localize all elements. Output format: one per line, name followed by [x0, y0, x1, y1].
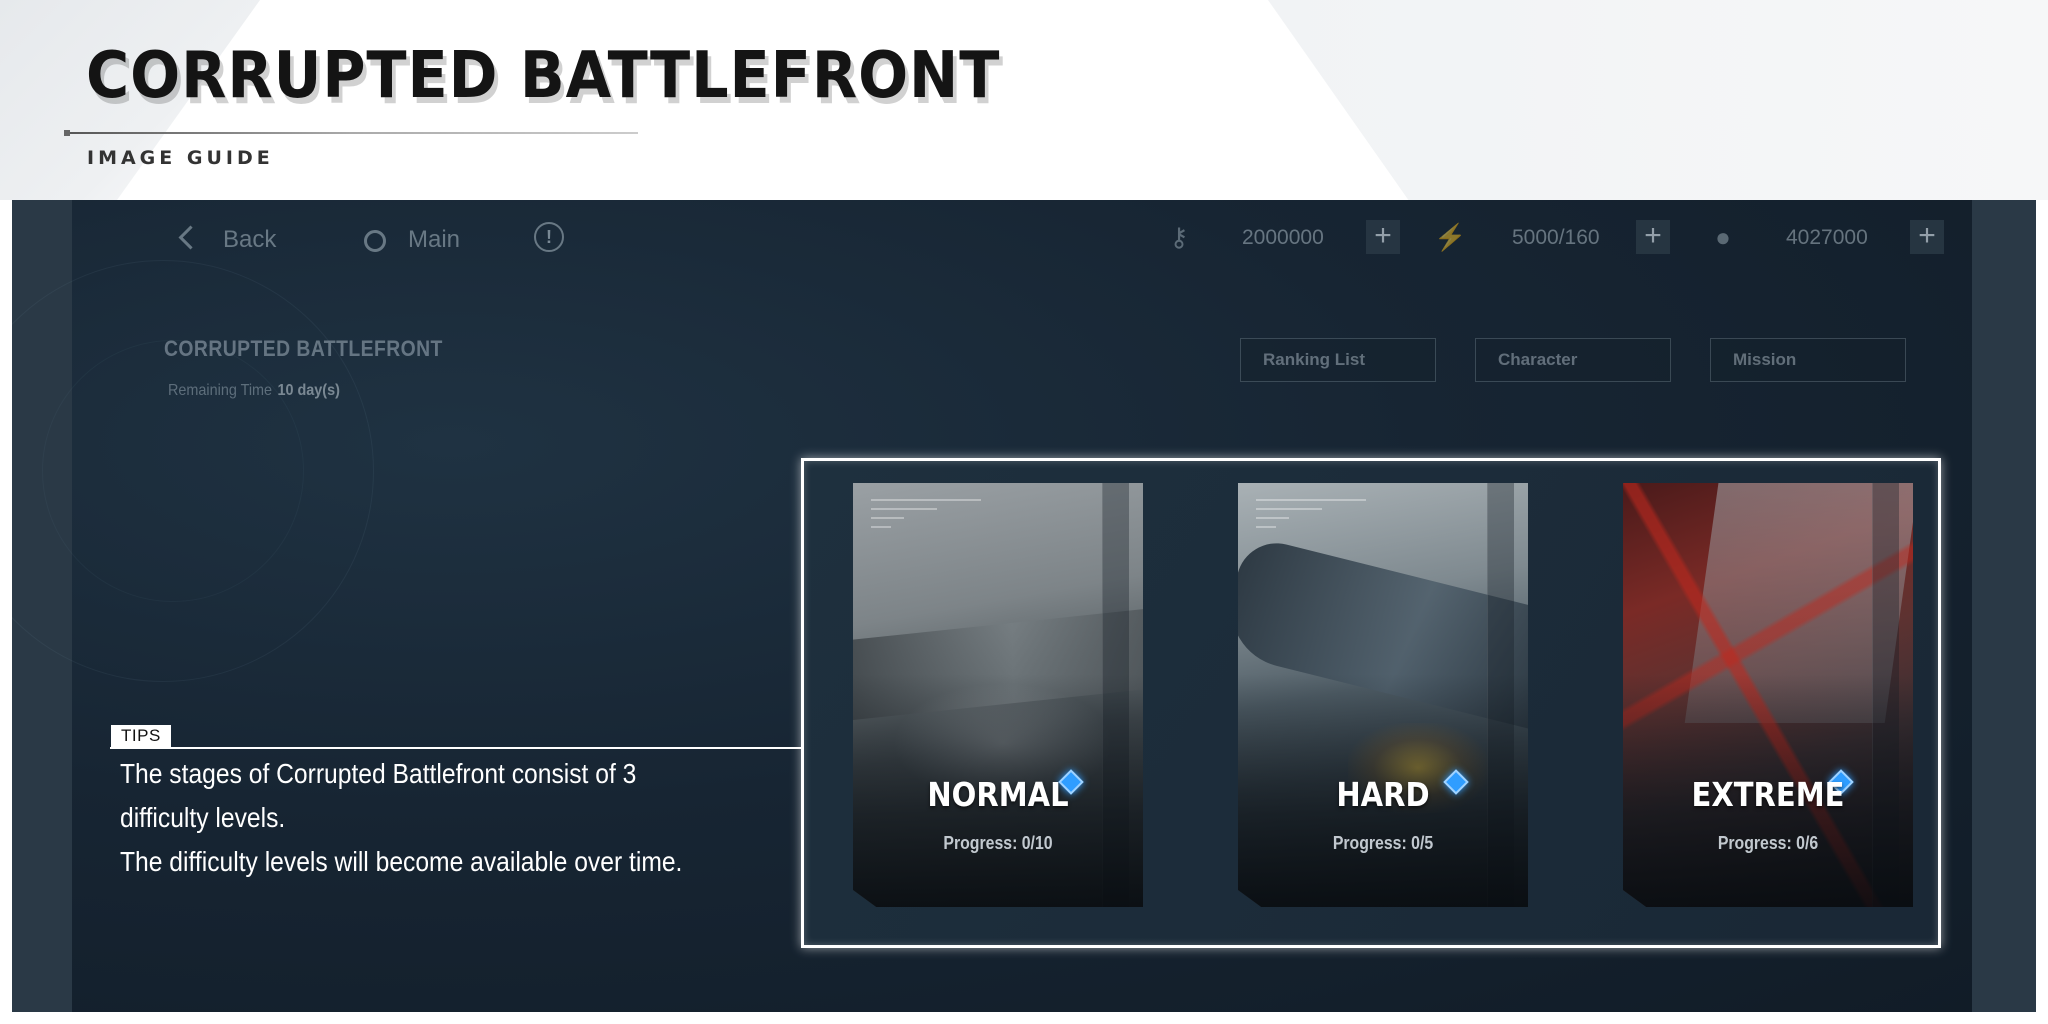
character-button[interactable]: Character	[1475, 338, 1671, 382]
difficulty-name: EXTREME	[1691, 775, 1845, 814]
tips-tag: TIPS	[111, 725, 171, 747]
add-resource-button[interactable]: +	[1910, 220, 1944, 254]
back-label: Back	[223, 226, 277, 253]
header-decoration-right	[1268, 0, 2048, 200]
coin-icon: ●	[1715, 222, 1731, 252]
difficulty-card-hard[interactable]: HARD Progress: 0/5	[1238, 483, 1528, 907]
top-bar: Back Main ! ⚷ 2000000 + ⚡ 5000/160 + ● 4…	[72, 200, 1972, 270]
tips-line: The stages of Corrupted Battlefront cons…	[120, 758, 637, 789]
background-ring	[42, 340, 304, 602]
difficulty-card-normal[interactable]: NORMAL Progress: 0/10	[853, 483, 1143, 907]
difficulty-card-extreme[interactable]: EXTREME Progress: 0/6	[1623, 483, 1913, 907]
resource-value: 4027000	[1786, 226, 1868, 249]
event-title: CORRUPTED BATTLEFRONT	[164, 336, 443, 361]
remaining-time: Remaining Time 10 day(s)	[168, 382, 340, 400]
title-underline	[64, 130, 638, 136]
difficulty-name: HARD	[1336, 775, 1430, 814]
chevron-left-icon	[178, 225, 203, 250]
add-resource-button[interactable]: +	[1366, 220, 1400, 254]
guide-title: CORRUPTED BATTLEFRONT	[86, 39, 1001, 113]
resource-value: 2000000	[1242, 226, 1324, 249]
main-label: Main	[408, 226, 461, 253]
battery-icon: ⚡	[1434, 222, 1467, 252]
remaining-time-label: Remaining Time	[168, 382, 273, 399]
difficulty-panel: NORMAL Progress: 0/10 HARD Progress: 0/5…	[801, 458, 1941, 948]
tips-text: The stages of Corrupted Battlefront cons…	[120, 752, 780, 884]
main-button[interactable]: Main	[364, 226, 460, 254]
game-screenshot: Back Main ! ⚷ 2000000 + ⚡ 5000/160 + ● 4…	[12, 200, 2036, 1012]
remaining-time-value: 10 day(s)	[277, 382, 340, 399]
difficulty-progress: Progress: 0/10	[943, 833, 1053, 853]
home-circle-icon	[364, 229, 386, 252]
tips-connector-line	[110, 747, 802, 749]
difficulty-name: NORMAL	[927, 775, 1069, 814]
ranking-list-button[interactable]: Ranking List	[1240, 338, 1436, 382]
difficulty-progress: Progress: 0/6	[1717, 833, 1819, 853]
guide-subtitle: IMAGE GUIDE	[87, 147, 274, 169]
back-button[interactable]: Back	[178, 225, 277, 254]
info-icon[interactable]: !	[534, 222, 564, 252]
difficulty-progress: Progress: 0/5	[1332, 833, 1434, 853]
key-icon: ⚷	[1169, 222, 1189, 252]
mission-button[interactable]: Mission	[1710, 338, 1906, 382]
tips-line: The difficulty levels will become availa…	[120, 846, 683, 877]
tips-line: difficulty levels.	[120, 802, 286, 833]
add-resource-button[interactable]: +	[1636, 220, 1670, 254]
resource-value: 5000/160	[1512, 226, 1600, 249]
